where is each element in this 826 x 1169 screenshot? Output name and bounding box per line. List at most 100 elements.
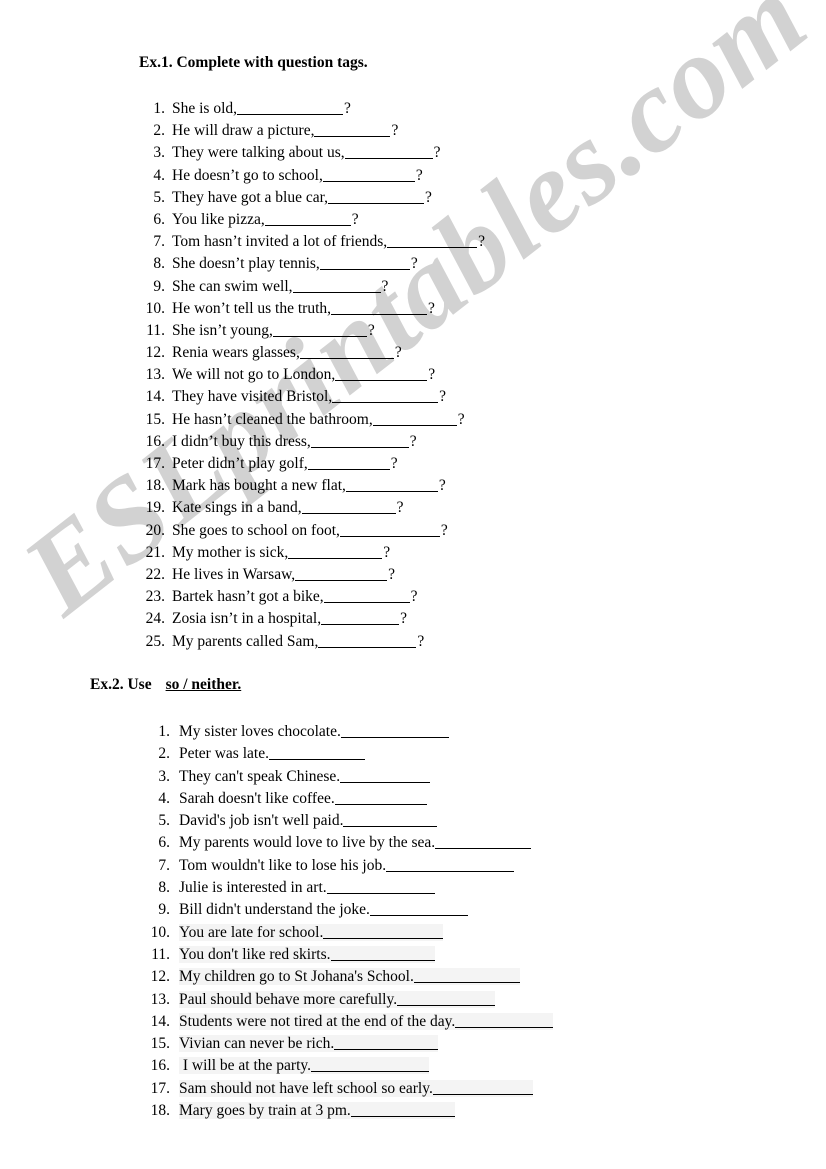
answer-blank[interactable] [334,1036,439,1051]
list-item: 6. My parents would love to live by the s… [146,832,553,854]
list-item: 5. David's job isn't well paid. [146,810,553,832]
item-body: She doesn’t play tennis, [172,255,410,272]
answer-blank[interactable] [310,434,409,448]
answer-blank[interactable] [307,456,390,470]
item-sentence: Vivian can never be rich. [179,1035,335,1053]
item-number: 1. [153,100,165,117]
item-number: 1. [158,723,170,740]
exercise2-heading: Ex.2. Use so / neither. [90,676,241,694]
list-item: 22. He lives in Warsaw,? [139,564,485,586]
item-sentence: She can swim well, [172,277,293,295]
answer-blank[interactable] [323,589,410,604]
list-item: 3. They can't speak Chinese. [146,766,553,788]
answer-blank[interactable] [345,478,438,493]
item-body: My sister loves chocolate. [179,723,449,740]
item-body: He will draw a picture, [172,122,391,139]
question-mark: ? [428,366,436,384]
answer-blank[interactable] [314,123,391,138]
answer-blank[interactable] [322,168,415,182]
answer-blank[interactable] [344,145,433,160]
item-body: Zosia isn’t in a hospital, [172,610,400,627]
answer-blank[interactable] [328,190,425,204]
answer-blank[interactable] [299,345,394,360]
item-number: 15. [145,410,165,428]
item-sentence: She is old, [172,100,238,117]
item-body: Mary goes by train at 3 pm. [179,1102,455,1120]
item-sentence: She isn’t young, [172,321,273,339]
answer-blank[interactable] [432,1081,533,1095]
item-sentence: Bartek hasn’t got a bike, [172,588,324,606]
list-item: 9. Bill didn't understand the joke. [146,899,553,921]
answer-blank[interactable] [386,858,515,872]
question-mark: ? [439,388,447,406]
item-body: He won’t tell us the truth, [172,300,427,317]
answer-blank[interactable] [455,1014,554,1028]
answer-blank[interactable] [292,279,381,293]
exercise1-list: 1. She is old,? 2. He will draw a picture,?… [139,98,485,653]
item-number: 7. [158,856,170,874]
answer-blank[interactable] [339,523,440,537]
item-number: 9. [158,901,170,919]
answer-blank[interactable] [397,992,496,1006]
item-number: 18. [145,477,165,495]
question-mark: ? [415,166,423,184]
list-item: 11. She isn’t young,? [139,320,485,342]
answer-blank[interactable] [272,323,367,337]
item-sentence: They can't speak Chinese. [179,767,341,785]
item-sentence: I will be at the party. [179,1057,311,1075]
item-number: 12. [145,344,165,362]
answer-blank[interactable] [321,611,400,626]
question-mark: ? [425,188,432,206]
answer-blank[interactable] [369,902,468,917]
answer-blank[interactable] [237,101,344,115]
item-number: 6. [153,210,165,228]
answer-blank[interactable] [332,389,439,404]
answer-blank[interactable] [268,746,365,761]
answer-blank[interactable] [387,234,478,249]
answer-blank[interactable] [318,634,417,648]
item-body: Sam should not have left school so early… [179,1079,533,1097]
answer-blank[interactable] [264,212,351,226]
question-mark: ? [383,543,391,561]
item-number: 3. [153,144,165,162]
item-body: He lives in Warsaw, [172,566,388,583]
item-sentence: Sam should not have left school so early… [179,1079,433,1097]
answer-blank[interactable] [350,1103,455,1118]
item-number: 13. [150,990,170,1008]
item-body: They were talking about us, [172,144,433,161]
item-number: 2. [158,745,170,763]
item-sentence: You are late for school. [179,923,324,941]
list-item: 1. She is old,? [139,98,485,120]
answer-blank[interactable] [295,567,388,581]
item-sentence: My children go to St Johana's School. [179,968,414,986]
answer-blank[interactable] [323,925,444,939]
answer-blank[interactable] [330,947,435,961]
answer-blank[interactable] [340,724,449,738]
answer-blank[interactable] [343,813,438,828]
answer-blank[interactable] [335,367,428,382]
item-number: 2. [153,122,165,140]
item-body: She goes to school on foot, [172,522,440,539]
answer-blank[interactable] [331,301,427,315]
item-body: They have visited Bristol, [172,388,439,405]
answer-blank[interactable] [301,500,396,515]
answer-blank[interactable] [288,545,383,559]
item-body: Julie is interested in art. [179,879,435,896]
answer-blank[interactable] [340,769,431,783]
item-sentence: Renia wears glasses, [172,344,300,362]
list-item: 8. She doesn’t play tennis,? [139,253,485,275]
answer-blank[interactable] [413,969,520,984]
answer-blank[interactable] [311,1058,429,1073]
item-number: 13. [145,366,165,384]
item-body: Bill didn't understand the joke. [179,901,468,918]
question-mark: ? [410,255,418,273]
answer-blank[interactable] [372,412,457,426]
answer-blank[interactable] [326,880,435,895]
item-number: 14. [150,1012,170,1030]
item-body: Peter was late. [179,745,365,762]
item-number: 17. [150,1079,170,1097]
answer-blank[interactable] [435,835,532,850]
question-mark: ? [391,122,399,140]
answer-blank[interactable] [334,791,427,805]
answer-blank[interactable] [319,256,410,271]
